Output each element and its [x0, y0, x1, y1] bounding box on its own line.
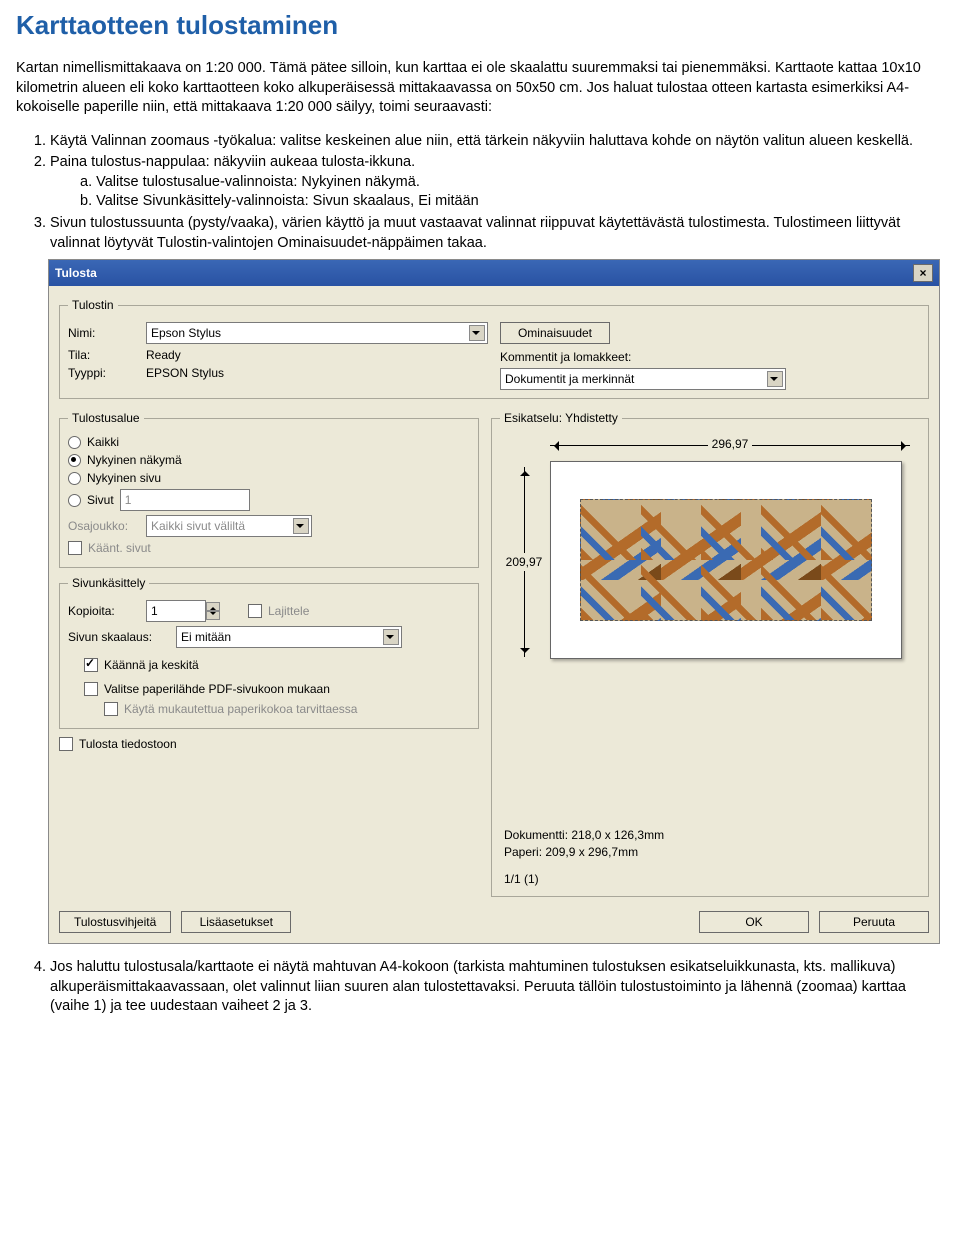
- height-value: 209,97: [506, 553, 543, 571]
- preview-group: Esikatselu: Yhdistetty 296,97 209,97: [491, 411, 929, 897]
- paper-preview: [550, 461, 902, 659]
- copies-label: Kopioita:: [68, 604, 138, 618]
- page-handling-group: Sivunkäsittely Kopioita: 1 Lajittele Siv…: [59, 576, 479, 729]
- document-size-info: Dokumentti: 218,0 x 126,3mm: [504, 827, 920, 844]
- page-handling-legend: Sivunkäsittely: [68, 576, 149, 590]
- radio-current-view[interactable]: Nykyinen näkymä: [68, 453, 470, 467]
- print-range-legend: Tulostusalue: [68, 411, 144, 425]
- steps-list: Käytä Valinnan zoomaus -työkalua: valits…: [16, 132, 944, 253]
- properties-button[interactable]: Ominaisuudet: [500, 322, 610, 344]
- scaling-value: Ei mitään: [181, 630, 231, 644]
- copies-spinner[interactable]: 1: [146, 600, 220, 622]
- radio-current-view-label: Nykyinen näkymä: [87, 453, 182, 467]
- page-count-info: 1/1 (1): [504, 871, 920, 888]
- copies-value: 1: [151, 604, 158, 618]
- step-3: Sivun tulostussuunta (pysty/vaaka), väri…: [50, 214, 944, 253]
- print-to-file-check[interactable]: Tulosta tiedostoon: [59, 737, 479, 751]
- custompaper-label: Käytä mukautettua paperikokoa tarvittaes…: [124, 702, 357, 716]
- copies-down[interactable]: [206, 611, 220, 620]
- subset-value: Kaikki sivut väliltä: [151, 519, 245, 533]
- printer-group: Tulostin Nimi: Epson Stylus Tila: Ready …: [59, 298, 929, 399]
- scaling-label: Sivun skaalaus:: [68, 630, 168, 644]
- subset-select: Kaikki sivut väliltä: [146, 515, 312, 537]
- radio-pages-label: Sivut: [87, 493, 114, 507]
- reverse-pages-check: Käänt. sivut: [68, 541, 470, 555]
- custompaper-check: Käytä mukautettua paperikokoa tarvittaes…: [104, 702, 470, 716]
- radio-all-label: Kaikki: [87, 435, 119, 449]
- printer-legend: Tulostin: [68, 298, 118, 312]
- printer-type-value: EPSON Stylus: [146, 366, 224, 380]
- step-2-text: Paina tulostus-nappulaa: näkyviin aukeaa…: [50, 154, 415, 170]
- steps-list-cont: Jos haluttu tulostusala/karttaote ei näy…: [16, 958, 944, 1017]
- radio-current-page[interactable]: Nykyinen sivu: [68, 471, 470, 485]
- printer-name-select[interactable]: Epson Stylus: [146, 322, 488, 344]
- intro-paragraph: Kartan nimellismittakaava on 1:20 000. T…: [16, 59, 944, 118]
- step-2b: b. Valitse Sivunkäsittely-valinnoista: S…: [80, 192, 944, 212]
- print-dialog: Tulosta × Tulostin Nimi: Epson Stylus Ti…: [48, 259, 940, 944]
- width-dimension: 296,97: [550, 437, 910, 451]
- comments-select[interactable]: Dokumentit ja merkinnät: [500, 368, 786, 390]
- subset-label: Osajoukko:: [68, 519, 138, 533]
- printer-status-value: Ready: [146, 348, 181, 362]
- radio-all[interactable]: Kaikki: [68, 435, 470, 449]
- papersource-check[interactable]: Valitse paperilähde PDF-sivukoon mukaan: [84, 682, 470, 696]
- radio-pages[interactable]: Sivut 1: [68, 489, 470, 511]
- map-thumbnail: [580, 499, 872, 621]
- reverse-pages-label: Käänt. sivut: [88, 541, 151, 555]
- preview-area: 296,97 209,97: [500, 437, 920, 697]
- step-2a: a. Valitse tulostusalue-valinnoista: Nyk…: [80, 173, 944, 193]
- printer-type-label: Tyyppi:: [68, 366, 138, 380]
- step-4: Jos haluttu tulostusala/karttaote ei näy…: [50, 958, 944, 1017]
- advanced-button[interactable]: Lisäasetukset: [181, 911, 291, 933]
- printer-name-label: Nimi:: [68, 326, 138, 340]
- comments-label: Kommentit ja lomakkeet:: [500, 350, 920, 364]
- cancel-button[interactable]: Peruuta: [819, 911, 929, 933]
- height-dimension: 209,97: [504, 467, 544, 657]
- autorotate-label: Käännä ja keskitä: [104, 658, 199, 672]
- ok-button[interactable]: OK: [699, 911, 809, 933]
- step-1: Käytä Valinnan zoomaus -työkalua: valits…: [50, 132, 944, 152]
- copies-up[interactable]: [206, 602, 220, 611]
- dialog-footer: Tulostusvihjeitä Lisäasetukset OK Peruut…: [59, 911, 929, 933]
- collate-check: Lajittele: [248, 604, 309, 618]
- collate-label: Lajittele: [268, 604, 309, 618]
- printer-status-label: Tila:: [68, 348, 138, 362]
- dialog-title: Tulosta: [55, 266, 97, 280]
- scaling-select[interactable]: Ei mitään: [176, 626, 402, 648]
- print-to-file-label: Tulosta tiedostoon: [79, 737, 177, 751]
- step-2: Paina tulostus-nappulaa: näkyviin aukeaa…: [50, 153, 944, 212]
- dialog-titlebar: Tulosta ×: [49, 260, 939, 286]
- print-range-group: Tulostusalue Kaikki Nykyinen näkymä Nyky…: [59, 411, 479, 568]
- tips-button[interactable]: Tulostusvihjeitä: [59, 911, 171, 933]
- paper-size-info: Paperi: 209,9 x 296,7mm: [504, 844, 920, 861]
- pages-input-value: 1: [125, 493, 132, 507]
- preview-legend: Esikatselu: Yhdistetty: [500, 411, 622, 425]
- pages-input[interactable]: 1: [120, 489, 250, 511]
- width-value: 296,97: [708, 437, 753, 451]
- page-title: Karttaotteen tulostaminen: [16, 10, 944, 41]
- radio-current-page-label: Nykyinen sivu: [87, 471, 161, 485]
- close-button[interactable]: ×: [913, 264, 933, 282]
- printer-name-value: Epson Stylus: [151, 326, 221, 340]
- papersource-label: Valitse paperilähde PDF-sivukoon mukaan: [104, 682, 330, 696]
- autorotate-check[interactable]: Käännä ja keskitä: [84, 658, 470, 672]
- comments-value: Dokumentit ja merkinnät: [505, 372, 634, 386]
